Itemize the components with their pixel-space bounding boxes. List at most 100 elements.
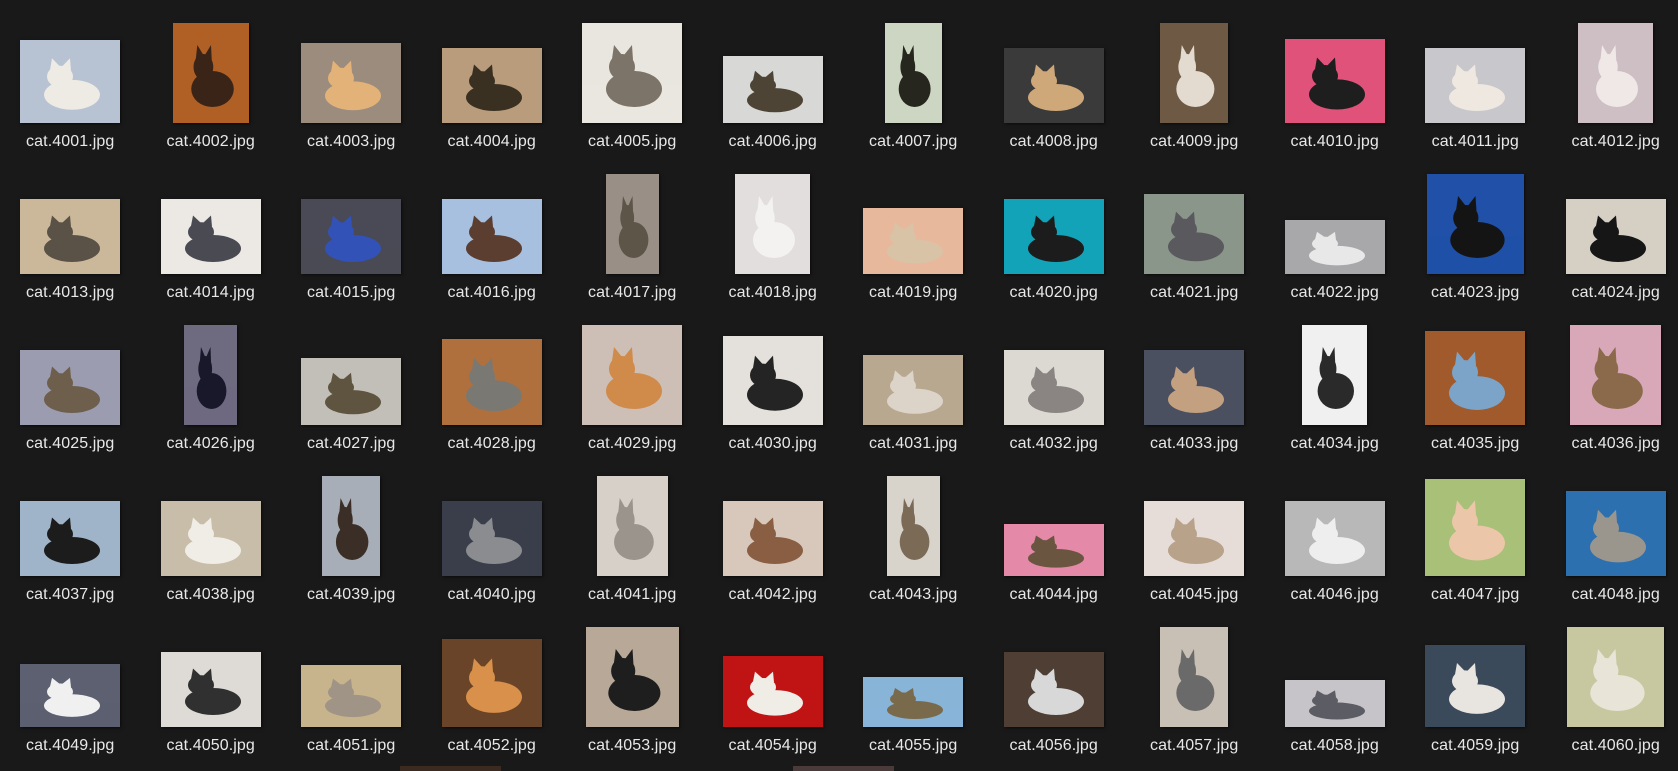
image-thumbnail[interactable]: [172, 23, 249, 123]
image-thumbnail[interactable]: [722, 336, 823, 425]
file-item[interactable]: cat.4006.jpg: [703, 0, 844, 151]
file-item[interactable]: cat.4024.jpg: [1546, 151, 1678, 302]
image-thumbnail[interactable]: [863, 355, 964, 425]
file-item[interactable]: cat.4033.jpg: [1124, 302, 1265, 453]
image-thumbnail[interactable]: [322, 476, 381, 576]
image-thumbnail[interactable]: [1003, 350, 1104, 425]
image-thumbnail[interactable]: [301, 199, 402, 274]
image-thumbnail[interactable]: [582, 23, 683, 123]
file-item[interactable]: cat.4054.jpg: [703, 604, 844, 755]
image-thumbnail[interactable]: [1425, 479, 1526, 576]
image-thumbnail[interactable]: [1425, 645, 1526, 727]
image-thumbnail[interactable]: [301, 358, 402, 425]
image-thumbnail[interactable]: [20, 199, 121, 274]
file-item[interactable]: cat.4031.jpg: [843, 302, 984, 453]
image-thumbnail[interactable]: [1565, 491, 1666, 576]
file-item[interactable]: cat.4027.jpg: [281, 302, 422, 453]
image-thumbnail[interactable]: [1426, 174, 1524, 274]
image-thumbnail[interactable]: [1003, 48, 1104, 123]
file-item[interactable]: cat.4036.jpg: [1546, 302, 1678, 453]
file-item[interactable]: cat.4010.jpg: [1265, 0, 1406, 151]
image-thumbnail[interactable]: [1003, 524, 1104, 576]
partial-thumbnail[interactable]: [400, 766, 501, 771]
image-thumbnail[interactable]: [605, 174, 659, 274]
file-item[interactable]: cat.4029.jpg: [562, 302, 703, 453]
file-item[interactable]: cat.4035.jpg: [1405, 302, 1546, 453]
file-item[interactable]: cat.4025.jpg: [0, 302, 141, 453]
file-item[interactable]: cat.4007.jpg: [843, 0, 984, 151]
image-thumbnail[interactable]: [1284, 39, 1385, 123]
file-item[interactable]: cat.4039.jpg: [281, 453, 422, 604]
file-item[interactable]: cat.4023.jpg: [1405, 151, 1546, 302]
file-item[interactable]: cat.4041.jpg: [562, 453, 703, 604]
image-thumbnail[interactable]: [20, 664, 121, 727]
file-item[interactable]: cat.4047.jpg: [1405, 453, 1546, 604]
file-item[interactable]: cat.4017.jpg: [562, 151, 703, 302]
image-thumbnail[interactable]: [1284, 501, 1385, 576]
file-item[interactable]: cat.4005.jpg: [562, 0, 703, 151]
file-item[interactable]: cat.4038.jpg: [141, 453, 282, 604]
file-item[interactable]: cat.4051.jpg: [281, 604, 422, 755]
image-thumbnail[interactable]: [884, 23, 942, 123]
image-thumbnail[interactable]: [20, 501, 121, 576]
file-item[interactable]: cat.4001.jpg: [0, 0, 141, 151]
file-item[interactable]: cat.4002.jpg: [141, 0, 282, 151]
file-item[interactable]: cat.4022.jpg: [1265, 151, 1406, 302]
file-item[interactable]: cat.4048.jpg: [1546, 453, 1678, 604]
file-item[interactable]: cat.4060.jpg: [1546, 604, 1678, 755]
file-item[interactable]: cat.4030.jpg: [703, 302, 844, 453]
file-item[interactable]: cat.4037.jpg: [0, 453, 141, 604]
image-thumbnail[interactable]: [160, 199, 261, 274]
file-item[interactable]: cat.4012.jpg: [1546, 0, 1678, 151]
image-thumbnail[interactable]: [1284, 680, 1385, 727]
image-thumbnail[interactable]: [441, 199, 542, 274]
file-item[interactable]: cat.4049.jpg: [0, 604, 141, 755]
image-thumbnail[interactable]: [1003, 199, 1104, 274]
image-thumbnail[interactable]: [160, 501, 261, 576]
file-item[interactable]: cat.4013.jpg: [0, 151, 141, 302]
image-thumbnail[interactable]: [20, 40, 121, 123]
file-item[interactable]: cat.4015.jpg: [281, 151, 422, 302]
image-thumbnail[interactable]: [1160, 627, 1229, 727]
file-item[interactable]: cat.4059.jpg: [1405, 604, 1546, 755]
image-thumbnail[interactable]: [1565, 199, 1666, 274]
file-item[interactable]: cat.4008.jpg: [984, 0, 1125, 151]
image-thumbnail[interactable]: [160, 652, 261, 727]
image-thumbnail[interactable]: [1144, 501, 1245, 576]
image-thumbnail[interactable]: [735, 174, 811, 274]
image-thumbnail[interactable]: [1160, 23, 1229, 123]
image-thumbnail[interactable]: [1425, 331, 1526, 425]
file-item[interactable]: cat.4056.jpg: [984, 604, 1125, 755]
image-thumbnail[interactable]: [722, 656, 823, 727]
image-thumbnail[interactable]: [1003, 652, 1104, 727]
image-thumbnail[interactable]: [1578, 23, 1654, 123]
image-thumbnail[interactable]: [301, 43, 402, 123]
file-item[interactable]: cat.4003.jpg: [281, 0, 422, 151]
file-item[interactable]: cat.4050.jpg: [141, 604, 282, 755]
file-item[interactable]: cat.4052.jpg: [422, 604, 563, 755]
image-thumbnail[interactable]: [596, 476, 668, 576]
file-item[interactable]: cat.4055.jpg: [843, 604, 984, 755]
image-thumbnail[interactable]: [1302, 325, 1368, 425]
image-thumbnail[interactable]: [441, 639, 542, 727]
image-thumbnail[interactable]: [582, 325, 683, 425]
file-item[interactable]: cat.4045.jpg: [1124, 453, 1265, 604]
file-item[interactable]: cat.4058.jpg: [1265, 604, 1406, 755]
file-item[interactable]: cat.4014.jpg: [141, 151, 282, 302]
file-item[interactable]: cat.4004.jpg: [422, 0, 563, 151]
image-thumbnail[interactable]: [863, 677, 964, 727]
file-item[interactable]: cat.4021.jpg: [1124, 151, 1265, 302]
image-thumbnail[interactable]: [886, 476, 940, 576]
file-item[interactable]: cat.4034.jpg: [1265, 302, 1406, 453]
file-item[interactable]: cat.4032.jpg: [984, 302, 1125, 453]
image-thumbnail[interactable]: [441, 48, 542, 123]
file-item[interactable]: cat.4026.jpg: [141, 302, 282, 453]
image-thumbnail[interactable]: [1284, 220, 1385, 274]
file-item[interactable]: cat.4018.jpg: [703, 151, 844, 302]
image-thumbnail[interactable]: [1567, 627, 1665, 727]
image-thumbnail[interactable]: [301, 665, 402, 727]
image-thumbnail[interactable]: [863, 208, 964, 274]
file-item[interactable]: cat.4009.jpg: [1124, 0, 1265, 151]
image-thumbnail[interactable]: [1144, 350, 1245, 425]
file-item[interactable]: cat.4043.jpg: [843, 453, 984, 604]
